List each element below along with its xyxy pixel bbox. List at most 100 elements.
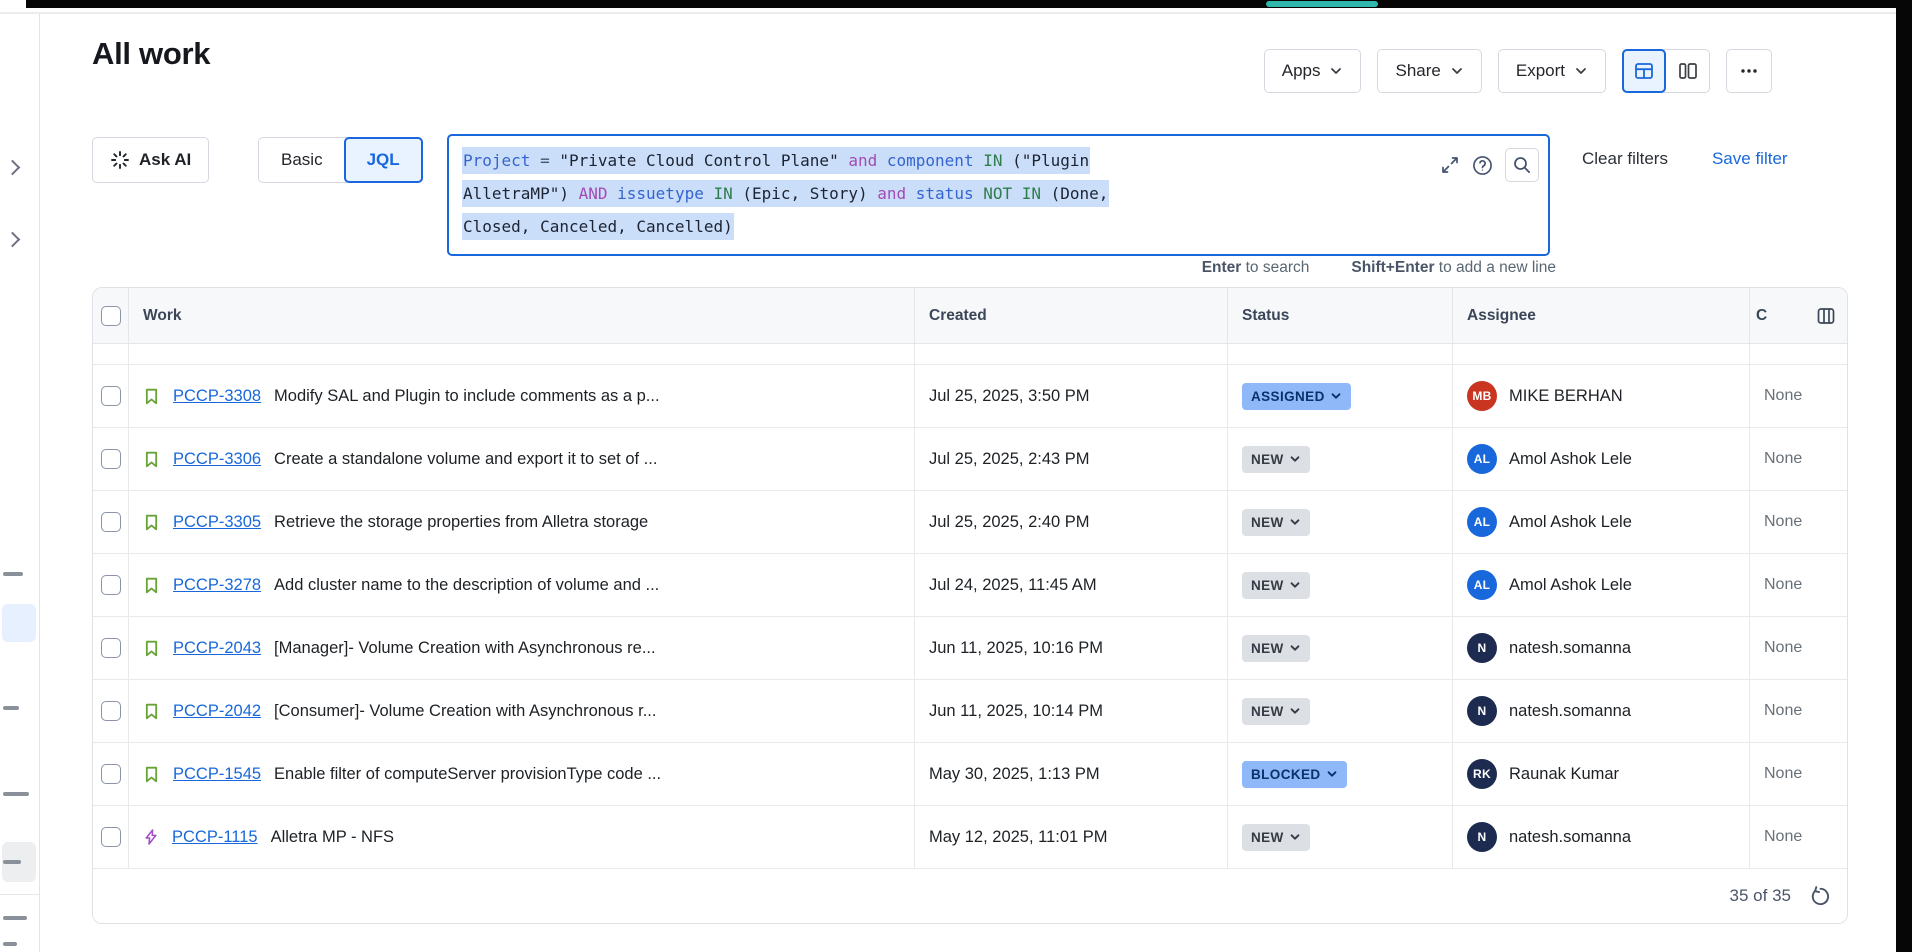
status-badge[interactable]: NEW xyxy=(1242,572,1310,599)
refresh-icon xyxy=(1809,885,1832,908)
basic-mode-button[interactable]: Basic xyxy=(259,138,345,182)
row-checkbox[interactable] xyxy=(101,575,121,595)
sidebar-fragment xyxy=(3,792,29,796)
detail-view-button[interactable] xyxy=(1666,49,1709,93)
issue-key-link[interactable]: PCCP-2043 xyxy=(173,639,261,658)
chevron-down-icon xyxy=(1329,64,1343,78)
ellipsis-icon xyxy=(1739,61,1759,81)
save-filter-button[interactable]: Save filter xyxy=(1712,149,1788,169)
last-col-value: None xyxy=(1764,513,1802,531)
issue-summary: Retrieve the storage properties from All… xyxy=(274,513,648,532)
status-badge[interactable]: ASSIGNED xyxy=(1242,383,1351,410)
partially-scrolled-row xyxy=(93,344,1847,365)
status-badge[interactable]: NEW xyxy=(1242,509,1310,536)
last-col-value: None xyxy=(1764,702,1802,720)
expand-editor-button[interactable] xyxy=(1440,155,1460,175)
table-row[interactable]: PCCP-1115 Alletra MP - NFS May 12, 2025,… xyxy=(93,806,1847,869)
screen: All work Apps Share Export Ask AI xyxy=(0,0,1912,952)
columns-icon xyxy=(1815,305,1837,327)
table-row[interactable]: PCCP-3305 Retrieve the storage propertie… xyxy=(93,491,1847,554)
table-row[interactable]: PCCP-3306 Create a standalone volume and… xyxy=(93,428,1847,491)
question-circle-icon xyxy=(1471,154,1494,177)
jql-query-input[interactable]: Project = "Private Cloud Control Plane" … xyxy=(447,134,1550,256)
row-checkbox[interactable] xyxy=(101,386,121,406)
status-label: NEW xyxy=(1251,704,1284,719)
status-badge[interactable]: BLOCKED xyxy=(1242,761,1347,788)
assignee-name: MIKE BERHAN xyxy=(1509,387,1623,406)
issue-type-icon xyxy=(143,514,160,531)
search-hints: Enter to search Shift+Enter to add a new… xyxy=(1202,259,1556,277)
chevron-right-icon[interactable] xyxy=(5,232,21,248)
story-icon xyxy=(143,640,160,657)
issue-key-link[interactable]: PCCP-3308 xyxy=(173,387,261,406)
top-bar-accent xyxy=(1266,1,1378,7)
table-row[interactable]: PCCP-3278 Add cluster name to the descri… xyxy=(93,554,1847,617)
story-icon xyxy=(143,703,160,720)
more-actions-button[interactable] xyxy=(1726,49,1772,93)
side-panel-view-icon xyxy=(1677,60,1699,82)
query-mode-toggle: Basic JQL xyxy=(258,137,423,183)
table-view-button[interactable] xyxy=(1622,49,1666,93)
created-value: Jun 11, 2025, 10:14 PM xyxy=(929,702,1103,721)
issue-type-icon xyxy=(143,640,160,657)
avatar: N xyxy=(1467,696,1497,726)
table-row[interactable]: PCCP-2043 [Manager]- Volume Creation wit… xyxy=(93,617,1847,680)
table-row[interactable]: PCCP-3308 Modify SAL and Plugin to inclu… xyxy=(93,365,1847,428)
issue-key-link[interactable]: PCCP-1115 xyxy=(172,828,258,847)
row-checkbox[interactable] xyxy=(101,827,121,847)
assignee-name: Amol Ashok Lele xyxy=(1509,513,1632,532)
sidebar-item-selected[interactable] xyxy=(2,604,36,642)
table-header-row: Work Created Status Assignee C xyxy=(93,288,1847,344)
avatar: AL xyxy=(1467,570,1497,600)
export-button[interactable]: Export xyxy=(1498,49,1606,93)
row-checkbox[interactable] xyxy=(101,449,121,469)
sparkle-burst-icon xyxy=(110,150,130,170)
issue-type-icon xyxy=(143,451,160,468)
issue-key-link[interactable]: PCCP-1545 xyxy=(173,765,261,784)
status-badge[interactable]: NEW xyxy=(1242,698,1310,725)
status-badge[interactable]: NEW xyxy=(1242,446,1310,473)
chevron-right-icon[interactable] xyxy=(5,160,21,176)
issue-type-icon xyxy=(143,703,160,720)
sidebar-fragment xyxy=(3,916,27,920)
assignee-name: Amol Ashok Lele xyxy=(1509,450,1632,469)
status-badge[interactable]: NEW xyxy=(1242,635,1310,662)
refresh-button[interactable] xyxy=(1809,885,1832,908)
status-badge[interactable]: NEW xyxy=(1242,824,1310,851)
diagonal-expand-icon xyxy=(1440,155,1460,175)
chevron-down-icon xyxy=(1289,705,1301,717)
syntax-help-button[interactable] xyxy=(1471,154,1494,177)
run-search-button[interactable] xyxy=(1505,148,1539,182)
clear-filters-button[interactable]: Clear filters xyxy=(1582,149,1668,169)
row-checkbox[interactable] xyxy=(101,701,121,721)
issue-key-link[interactable]: PCCP-2042 xyxy=(173,702,261,721)
issue-summary: Create a standalone volume and export it… xyxy=(274,450,657,469)
jql-mode-button[interactable]: JQL xyxy=(344,137,423,183)
ask-ai-label: Ask AI xyxy=(139,150,191,170)
story-icon xyxy=(143,388,160,405)
top-hairline xyxy=(0,12,1896,14)
select-all-checkbox[interactable] xyxy=(101,306,121,326)
column-header-work: Work xyxy=(129,288,915,343)
issue-key-link[interactable]: PCCP-3278 xyxy=(173,576,261,595)
column-settings-button[interactable] xyxy=(1813,303,1839,329)
issue-type-icon xyxy=(143,766,160,783)
row-checkbox[interactable] xyxy=(101,638,121,658)
row-checkbox[interactable] xyxy=(101,764,121,784)
chevron-down-icon xyxy=(1289,831,1301,843)
status-label: ASSIGNED xyxy=(1251,389,1325,404)
created-value: Jul 25, 2025, 2:43 PM xyxy=(929,450,1090,469)
chevron-down-icon xyxy=(1574,64,1588,78)
issue-key-link[interactable]: PCCP-3305 xyxy=(173,513,261,532)
apps-button[interactable]: Apps xyxy=(1264,49,1362,93)
work-items-table: Work Created Status Assignee C xyxy=(92,287,1848,924)
issue-key-link[interactable]: PCCP-3306 xyxy=(173,450,261,469)
share-button[interactable]: Share xyxy=(1377,49,1481,93)
last-col-value: None xyxy=(1764,450,1802,468)
table-row[interactable]: PCCP-1545 Enable filter of computeServer… xyxy=(93,743,1847,806)
magnifier-icon xyxy=(1512,155,1532,175)
share-label: Share xyxy=(1395,61,1440,81)
ask-ai-button[interactable]: Ask AI xyxy=(92,137,209,183)
row-checkbox[interactable] xyxy=(101,512,121,532)
table-row[interactable]: PCCP-2042 [Consumer]- Volume Creation wi… xyxy=(93,680,1847,743)
